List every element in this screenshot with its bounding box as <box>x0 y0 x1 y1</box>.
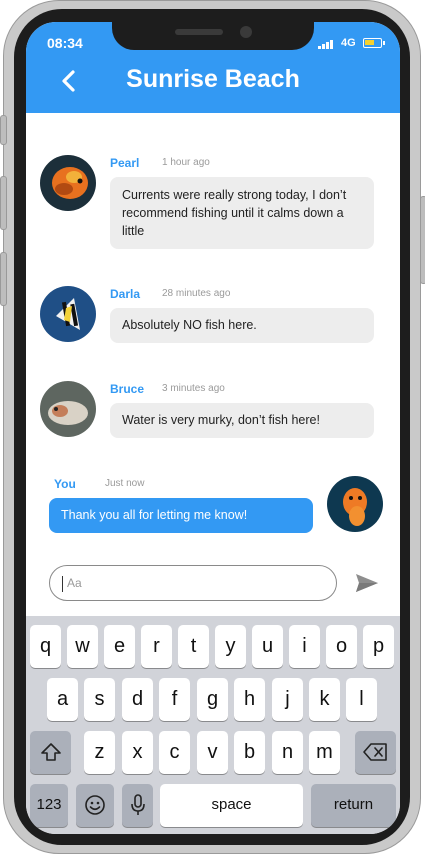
key-n[interactable]: n <box>272 731 303 774</box>
send-icon[interactable] <box>354 572 380 594</box>
key-o[interactable]: o <box>326 625 357 668</box>
emoji-icon <box>85 795 105 815</box>
key-s[interactable]: s <box>84 678 115 721</box>
shift-icon <box>40 743 61 761</box>
message-input[interactable]: Aa <box>49 565 337 601</box>
key-q[interactable]: q <box>30 625 61 668</box>
avatar-pearl[interactable] <box>40 155 96 211</box>
key-t[interactable]: t <box>178 625 209 668</box>
message-time: 3 minutes ago <box>162 383 225 394</box>
volume-up-button <box>0 176 7 230</box>
key-r[interactable]: r <box>141 625 172 668</box>
microphone-key[interactable] <box>122 784 153 827</box>
key-d[interactable]: d <box>122 678 153 721</box>
shift-key[interactable] <box>30 731 71 774</box>
message-bubble: Water is very murky, don’t fish here! <box>110 403 374 438</box>
text-caret <box>62 576 63 592</box>
back-chevron-icon[interactable] <box>56 67 82 95</box>
network-label: 4G <box>341 37 356 49</box>
sender-name: Pearl <box>110 156 140 170</box>
key-p[interactable]: p <box>363 625 394 668</box>
avatar-darla[interactable] <box>40 286 96 342</box>
key-v[interactable]: v <box>197 731 228 774</box>
space-key[interactable]: space <box>160 784 303 827</box>
message-placeholder: Aa <box>67 576 82 590</box>
key-w[interactable]: w <box>67 625 98 668</box>
on-screen-keyboard: q w e r t y u i o p a s d f g h j k l z … <box>26 616 400 834</box>
speaker-grille <box>175 29 223 35</box>
volume-down-button <box>0 252 7 306</box>
key-f[interactable]: f <box>159 678 190 721</box>
microphone-icon <box>130 794 145 815</box>
avatar-me[interactable] <box>327 476 383 532</box>
status-time: 08:34 <box>47 35 83 51</box>
backspace-icon <box>362 743 387 761</box>
key-a[interactable]: a <box>47 678 78 721</box>
phone-notch <box>112 22 314 50</box>
signal-icon <box>318 39 336 49</box>
key-l[interactable]: l <box>346 678 377 721</box>
front-camera <box>240 26 252 38</box>
numbers-key[interactable]: 123 <box>30 784 68 827</box>
battery-icon <box>363 38 385 48</box>
my-message-bubble: Thank you all for letting me know! <box>49 498 313 533</box>
key-i[interactable]: i <box>289 625 320 668</box>
key-k[interactable]: k <box>309 678 340 721</box>
key-y[interactable]: y <box>215 625 246 668</box>
message-bubble: Currents were really strong today, I don… <box>110 177 374 249</box>
key-h[interactable]: h <box>234 678 265 721</box>
sender-name: Bruce <box>110 382 145 396</box>
message-time: 28 minutes ago <box>162 288 231 299</box>
message-time: 1 hour ago <box>162 157 210 168</box>
emoji-key[interactable] <box>76 784 114 827</box>
key-c[interactable]: c <box>159 731 190 774</box>
sender-name: Darla <box>110 287 141 301</box>
backspace-key[interactable] <box>355 731 396 774</box>
message-time: Just now <box>105 478 145 489</box>
avatar-bruce[interactable] <box>40 381 96 437</box>
key-e[interactable]: e <box>104 625 135 668</box>
screen: 08:34 4G Sunrise Beach Pearl 1 hour ago … <box>26 22 400 834</box>
page-title: Sunrise Beach <box>126 65 300 93</box>
power-button <box>420 196 425 284</box>
key-j[interactable]: j <box>272 678 303 721</box>
key-x[interactable]: x <box>122 731 153 774</box>
key-u[interactable]: u <box>252 625 283 668</box>
key-z[interactable]: z <box>84 731 115 774</box>
mute-switch <box>0 115 7 145</box>
key-m[interactable]: m <box>309 731 340 774</box>
message-bubble: Absolutely NO fish here. <box>110 308 374 343</box>
key-b[interactable]: b <box>234 731 265 774</box>
return-key[interactable]: return <box>311 784 396 827</box>
key-g[interactable]: g <box>197 678 228 721</box>
sender-name: You <box>54 477 76 491</box>
